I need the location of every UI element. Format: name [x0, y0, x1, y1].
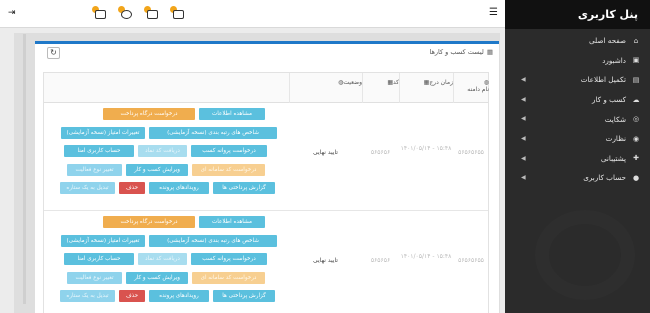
- sidebar-watermark: [535, 210, 635, 300]
- date-cell: ۱۴۰۱/۰۵/۱۴ - ۱۵:۴۸: [400, 145, 452, 152]
- file-events-button[interactable]: رویدادهای پرونده: [149, 290, 209, 302]
- table-row: ۵۶۵۶۵۶۵۵ ۱۴۰۱/۰۵/۱۴ - ۱۵:۴۸ ۵۶۵۶۵۶ تایید…: [44, 211, 488, 313]
- sidebar-item-label: داشبورد: [602, 55, 626, 65]
- top-bar: ⇥ ☰: [0, 0, 505, 28]
- view-info-button[interactable]: مشاهده اطلاعات: [199, 216, 265, 228]
- date-cell: ۱۴۰۱/۰۵/۱۴ - ۱۵:۴۸: [400, 253, 452, 260]
- code-cell: ۵۶۵۶۵۶: [370, 257, 391, 264]
- header-code[interactable]: ▦کد: [362, 73, 399, 103]
- chevron-left-icon: ◀: [521, 174, 526, 182]
- chevron-left-icon: ◀: [521, 95, 526, 103]
- cloud-icon: ☁: [632, 95, 640, 104]
- sidebar-item-account[interactable]: ◀ حساب کاربری ●: [505, 168, 650, 188]
- table-header: ◍ نام دامنه ▦زمان درج ▦کد ◍وضعیت: [44, 73, 489, 103]
- chevron-left-icon: ◀: [521, 134, 526, 142]
- sidebar-item-label: صفحه اصلی: [589, 36, 626, 46]
- domain-name-cell: ۵۶۵۶۵۶۵۵: [458, 257, 484, 264]
- business-table: ◍ نام دامنه ▦زمان درج ▦کد ◍وضعیت ۵۶۵۶۵۶۵۵…: [43, 72, 489, 313]
- delete-button[interactable]: حذف: [119, 182, 145, 194]
- header-domain-name[interactable]: ◍ نام دامنه: [453, 73, 489, 103]
- home-icon: ⌂: [633, 36, 639, 45]
- header-status[interactable]: ◍وضعیت: [289, 73, 362, 103]
- plus-notification-icon[interactable]: [118, 6, 134, 22]
- info-icon: ◍: [483, 79, 489, 86]
- header-actions: [44, 73, 289, 103]
- sidebar-item-dashboard[interactable]: داشبورد ▣: [505, 51, 650, 71]
- edit-business-button[interactable]: ویرایش کسب و کار: [126, 164, 188, 176]
- ranking-index-button[interactable]: شاخص های رتبه بندی (نسخه آزمایشی): [149, 127, 277, 139]
- business-list-card: ↻ لیست کسب و کارها ▦ ◍ نام دامنه ▦زمان درج…: [35, 41, 499, 313]
- scrollbar[interactable]: [23, 34, 26, 304]
- chevron-left-icon: ◀: [521, 154, 526, 162]
- domain-name-cell: ۵۶۵۶۵۶۵۵: [458, 149, 484, 156]
- user-account-button[interactable]: حساب کاربری امنا: [64, 253, 134, 265]
- card-title: لیست کسب و کارها ▦: [429, 48, 493, 56]
- change-activity-type-button[interactable]: تغییر نوع فعالیت: [67, 164, 122, 176]
- table-icon: ▦: [486, 48, 493, 56]
- page: ⇥ ☰ ↻ لیست کسب و کارها ▦ ◍ نام دامنه ▦زمان…: [0, 0, 650, 313]
- system-code-request-button[interactable]: درخواست کد سامانه ای: [192, 164, 265, 176]
- sidebar-item-supervision[interactable]: ◀ نظارت ◉: [505, 129, 650, 149]
- lifebuoy-icon: ✚: [633, 154, 639, 163]
- chevron-left-icon: ◀: [521, 115, 526, 123]
- sidebar-item-business[interactable]: ◀ کسب و کار ☁: [505, 90, 650, 110]
- calendar-notification-icon[interactable]: [170, 6, 186, 22]
- id-card-icon: ▤: [632, 75, 640, 84]
- header-date[interactable]: ▦زمان درج: [399, 73, 453, 103]
- inbox-notification-icon[interactable]: [144, 6, 160, 22]
- sidebar-item-label: حساب کاربری: [583, 173, 626, 183]
- sidebar-item-label: کسب و کار: [591, 95, 626, 105]
- payment-gateway-request-button[interactable]: درخواست درگاه پرداخت: [103, 108, 195, 120]
- menu-toggle-icon[interactable]: ☰: [489, 7, 498, 18]
- ranking-index-button[interactable]: شاخص های رتبه بندی (نسخه آزمایشی): [149, 235, 277, 247]
- edit-business-button[interactable]: ویرایش کسب و کار: [126, 272, 188, 284]
- payments-report-button[interactable]: گزارش پرداختی ها: [213, 290, 275, 302]
- file-events-button[interactable]: رویدادهای پرونده: [149, 182, 209, 194]
- delete-button[interactable]: حذف: [119, 290, 145, 302]
- eye-icon: ◉: [632, 134, 640, 143]
- change-activity-type-button[interactable]: تغییر نوع فعالیت: [67, 272, 122, 284]
- sidebar-item-label: پشتیبانی: [600, 153, 626, 163]
- payments-report-button[interactable]: گزارش پرداختی ها: [213, 182, 275, 194]
- receive-symbol-button[interactable]: دریافت کد نماد: [138, 145, 187, 157]
- code-cell: ۵۶۵۶۵۶: [370, 149, 391, 156]
- score-changes-button[interactable]: تغییرات امتیاز (نسخه آزمایشی): [61, 127, 145, 139]
- sidebar-item-support[interactable]: ◀ پشتیبانی ✚: [505, 149, 650, 169]
- system-code-request-button[interactable]: درخواست کد سامانه ای: [192, 272, 265, 284]
- sidebar-item-label: نظارت: [605, 134, 626, 144]
- convert-to-one-star-button[interactable]: تبدیل به یک ستاره: [60, 290, 115, 302]
- sidebar-title: پنل کاربری: [505, 0, 650, 29]
- mail-notification-icon[interactable]: [92, 6, 108, 22]
- status-cell: تایید نهایی: [313, 149, 338, 156]
- view-info-button[interactable]: مشاهده اطلاعات: [199, 108, 265, 120]
- convert-to-one-star-button[interactable]: تبدیل به یک ستاره: [60, 182, 115, 194]
- sidebar-item-complete-info[interactable]: ◀ تکمیل اطلاعات ▤: [505, 70, 650, 90]
- payment-gateway-request-button[interactable]: درخواست درگاه پرداخت: [103, 216, 195, 228]
- license-request-button[interactable]: درخواست پروانه کسب: [191, 253, 267, 265]
- receive-symbol-button[interactable]: دریافت کد نماد: [138, 253, 187, 265]
- sidebar-item-complaint[interactable]: ◀ شکایت ◎: [505, 109, 650, 129]
- sidebar-item-label: تکمیل اطلاعات: [580, 75, 626, 85]
- user-icon: ●: [632, 173, 640, 182]
- sidebar: پنل کاربری صفحه اصلی ⌂ داشبورد ▣ ◀ تکمیل اط…: [505, 0, 650, 313]
- score-changes-button[interactable]: تغییرات امتیاز (نسخه آزمایشی): [61, 235, 145, 247]
- sidebar-item-home[interactable]: صفحه اصلی ⌂: [505, 31, 650, 51]
- table-row: ۵۶۵۶۵۶۵۵ ۱۴۰۱/۰۵/۱۴ - ۱۵:۴۸ ۵۶۵۶۵۶ تایید…: [44, 103, 488, 211]
- chevron-left-icon: ◀: [521, 76, 526, 84]
- dashboard-icon: ▣: [632, 56, 640, 65]
- support-icon: ◎: [632, 115, 640, 124]
- sidebar-item-label: شکایت: [604, 114, 626, 124]
- user-account-button[interactable]: حساب کاربری امنا: [64, 145, 134, 157]
- refresh-button[interactable]: ↻: [47, 47, 60, 59]
- card-title-text: لیست کسب و کارها: [429, 48, 484, 56]
- logout-icon[interactable]: ⇥: [8, 8, 16, 18]
- license-request-button[interactable]: درخواست پروانه کسب: [191, 145, 267, 157]
- status-cell: تایید نهایی: [313, 257, 338, 264]
- sidebar-menu: صفحه اصلی ⌂ داشبورد ▣ ◀ تکمیل اطلاعات ▤ ◀ کسب…: [505, 29, 650, 188]
